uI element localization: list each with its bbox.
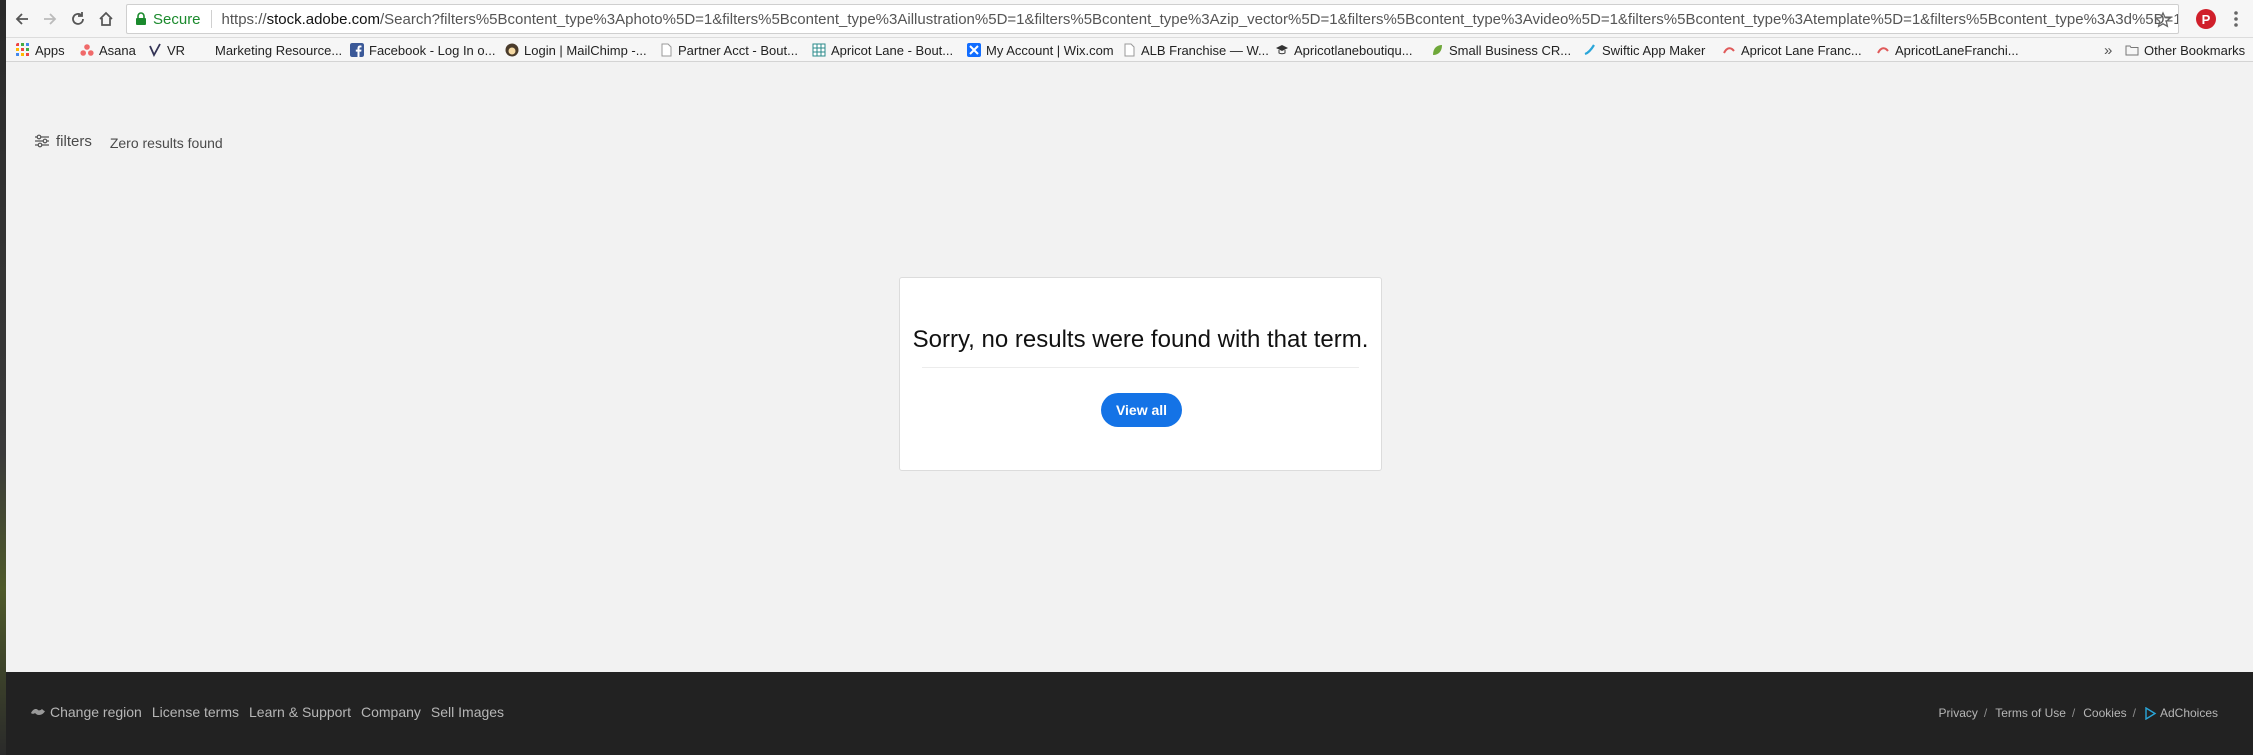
bookmark-apricot-lane[interactable]: Apricot Lane - Bout... <box>812 41 953 59</box>
bookmark-label: Apricotlaneboutiqu... <box>1294 42 1413 58</box>
home-button[interactable] <box>94 7 118 31</box>
url-host: stock.adobe.com <box>266 10 380 28</box>
bookmark-vr[interactable]: VR <box>148 41 185 59</box>
bookmark-label: Login | MailChimp -... <box>524 42 647 58</box>
bookmark-label: Marketing Resource... <box>215 42 343 58</box>
bookmark-label: Apps <box>35 42 65 58</box>
document-icon <box>1124 43 1135 57</box>
adchoices-icon <box>2145 706 2157 720</box>
sliders-icon <box>35 134 49 148</box>
lock-icon <box>136 12 146 25</box>
footer-right-links: Privacy / Terms of Use / Cookies / AdCho… <box>1939 706 2218 720</box>
mailchimp-icon <box>505 43 519 57</box>
filters-label: filters <box>56 132 92 150</box>
menu-icon[interactable] <box>2226 9 2246 29</box>
privacy-link[interactable]: Privacy <box>1939 706 1978 720</box>
forward-button[interactable] <box>38 7 62 31</box>
reload-button[interactable] <box>66 7 90 31</box>
bookmark-label: Facebook - Log In o... <box>369 42 496 58</box>
browser-toolbar: Secure https://stock.adobe.com/Search?fi… <box>0 0 2253 38</box>
url-text: https://stock.adobe.com/Search?filters%5… <box>222 11 2178 28</box>
pinterest-icon[interactable]: P <box>2196 9 2216 29</box>
bookmark-apps[interactable]: Apps <box>16 41 65 59</box>
bookmark-label: Swiftic App Maker <box>1602 42 1706 58</box>
secure-label: Secure <box>153 10 201 28</box>
bookmarks-bar: Apps Asana VR Marketing Resource... Face… <box>0 38 2253 62</box>
bookmark-apricotlanefranchise[interactable]: ApricotLaneFranchi... <box>1876 41 2019 59</box>
change-region-link[interactable]: Change region <box>50 704 142 720</box>
learn-support-link[interactable]: Learn & Support <box>249 704 351 720</box>
bookmark-label: VR <box>167 42 186 58</box>
arrow-right-icon <box>44 13 57 25</box>
footer-separator: / <box>2071 706 2076 720</box>
bookmark-label: Apricot Lane - Bout... <box>831 42 954 58</box>
filters-bar: filters Zero results found <box>34 130 223 152</box>
bookmark-label: Small Business CR... <box>1449 42 1572 58</box>
wix-icon <box>967 43 981 57</box>
url-path: /Search?filters%5Bcontent_type%3Aphoto%5… <box>379 10 2178 28</box>
license-terms-link[interactable]: License terms <box>152 704 239 720</box>
bookmark-label: Asana <box>99 42 136 58</box>
arrow-left-icon <box>15 13 28 25</box>
apps-grid-icon <box>16 43 29 56</box>
desktop-edge <box>0 0 6 755</box>
address-bar[interactable]: Secure https://stock.adobe.com/Search?fi… <box>126 4 2179 34</box>
adchoices-link[interactable]: AdChoices <box>2160 706 2218 720</box>
cookies-link[interactable]: Cookies <box>2083 706 2126 720</box>
card-divider <box>922 367 1359 368</box>
bookmark-small-business[interactable]: Small Business CR... <box>1430 41 1571 59</box>
bookmark-wix[interactable]: My Account | Wix.com <box>967 41 1114 59</box>
filters-button[interactable]: filters <box>34 133 92 150</box>
bookmark-label: Partner Acct - Bout... <box>678 42 798 58</box>
apricot-lane-icon <box>1877 47 1889 54</box>
vr-icon <box>149 43 161 57</box>
bookmark-star-icon[interactable] <box>2154 11 2172 29</box>
asana-icon <box>80 44 94 56</box>
bookmark-label: ApricotLaneFranchi... <box>1895 42 2019 58</box>
bookmark-label: ALB Franchise — W... <box>1141 42 1269 58</box>
bookmark-swiftic[interactable]: Swiftic App Maker <box>1583 41 1705 59</box>
globe-icon <box>31 709 45 715</box>
bookmark-other-bookmarks[interactable]: Other Bookmarks <box>2125 41 2245 59</box>
swiftic-icon <box>1584 44 1595 56</box>
apricot-lane-icon <box>1723 47 1735 54</box>
sheet-icon <box>812 43 826 57</box>
company-link[interactable]: Company <box>361 704 421 720</box>
terms-of-use-link[interactable]: Terms of Use <box>1995 706 2066 720</box>
results-count-text: Zero results found <box>109 134 223 151</box>
footer: Change region License terms Learn & Supp… <box>0 672 2253 755</box>
document-icon <box>661 43 672 57</box>
url-scheme: https:// <box>221 10 267 28</box>
more-vertical-icon <box>2234 11 2238 27</box>
graduation-cap-icon <box>1276 45 1288 55</box>
back-button[interactable] <box>10 7 34 31</box>
footer-separator: / <box>1983 706 1988 720</box>
home-icon <box>99 11 113 26</box>
bookmark-facebook[interactable]: Facebook - Log In o... <box>350 41 495 59</box>
bookmarks-overflow-button[interactable]: » <box>2104 41 2112 59</box>
view-all-button[interactable]: View all <box>1101 393 1182 427</box>
bookmark-mailchimp[interactable]: Login | MailChimp -... <box>505 41 647 59</box>
bookmark-apricotlaneboutique[interactable]: Apricotlaneboutiqu... <box>1275 41 1413 59</box>
footer-left-links: Change region License terms Learn & Supp… <box>30 704 514 720</box>
bookmark-label: My Account | Wix.com <box>986 42 1114 58</box>
folder-icon <box>2125 45 2139 56</box>
footer-separator: / <box>2132 706 2136 720</box>
no-results-card: Sorry, no results were found with that t… <box>899 277 1382 471</box>
facebook-icon <box>350 43 364 57</box>
no-results-message: Sorry, no results were found with that t… <box>912 326 1369 353</box>
bookmark-alb-franchise[interactable]: ALB Franchise — W... <box>1122 41 1269 59</box>
bookmark-label: Apricot Lane Franc... <box>1741 42 1862 58</box>
leaf-icon <box>1433 45 1442 55</box>
bookmark-apricot-lane-franchise[interactable]: Apricot Lane Franc... <box>1722 41 1862 59</box>
bookmark-asana[interactable]: Asana <box>80 41 136 59</box>
reload-icon <box>72 12 84 25</box>
sell-images-link[interactable]: Sell Images <box>431 704 504 720</box>
url-separator <box>210 10 212 28</box>
bookmark-marketing[interactable]: Marketing Resource... <box>215 41 342 59</box>
bookmark-partner-acct[interactable]: Partner Acct - Bout... <box>659 41 798 59</box>
bookmark-label: Other Bookmarks <box>2144 42 2246 58</box>
